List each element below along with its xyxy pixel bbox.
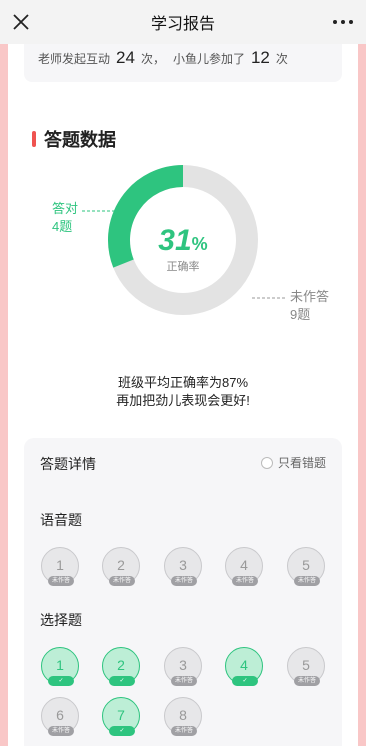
radio-icon[interactable] [260,456,273,469]
question-number: 3 [179,657,187,673]
unanswered-tag: 未作答 [294,676,320,686]
question-number: 2 [117,657,125,673]
undone-legend-count: 9题 [290,307,311,322]
filter-label: 只看错题 [277,456,326,470]
question-number: 5 [302,557,310,573]
question-bubble[interactable]: 7 ✓ [102,697,140,736]
unanswered-tag: 未作答 [48,576,74,586]
check-icon: ✓ [109,676,135,686]
question-number: 8 [179,707,187,723]
child-participation-count: 12 [250,48,270,67]
interaction-summary: 老师发起互动 24 次， 小鱼儿参加了 12 次 [24,44,342,82]
correct-legend-count: 4题 [52,219,73,234]
question-number: 4 [240,657,248,673]
accuracy-unit: % [191,234,208,254]
donut-center: 31% 正确率 [123,224,243,274]
question-number: 3 [179,557,187,573]
accuracy-percent: 31% [123,224,243,258]
question-bubble[interactable]: 8 未作答 [164,697,202,736]
class-average-note: 班级平均正确率为87% 再加把劲儿表现会更好! [8,374,358,410]
unanswered-tag: 未作答 [171,576,197,586]
unanswered-tag: 未作答 [48,726,74,736]
question-bubble[interactable]: 3 未作答 [164,547,202,586]
correct-legend: 答对 4题 [52,200,78,236]
question-number: 5 [302,657,310,673]
wrong-only-filter[interactable]: 只看错题 [260,454,326,471]
encouragement-line: 再加把劲儿表现会更好! [116,393,250,408]
page-title: 学习报告 [150,16,215,33]
question-group-title: 选择题 [40,612,82,628]
unanswered-tag: 未作答 [171,676,197,686]
interaction-middle: 小鱼儿参加了 [172,51,245,66]
check-icon: ✓ [48,676,74,686]
unanswered-tag: 未作答 [171,726,197,736]
accuracy-label: 正确率 [166,261,200,273]
question-number: 2 [117,557,125,573]
accuracy-value: 31 [158,224,192,257]
interaction-prefix: 老师发起互动 [38,51,111,66]
question-group-title: 语音题 [40,512,82,528]
question-bubble[interactable]: 2 ✓ [102,647,140,686]
detail-title: 答题详情 [40,456,96,472]
interaction-unit-1: 次， [140,51,165,66]
question-number: 6 [56,707,64,723]
question-bubble[interactable]: 2 未作答 [102,547,140,586]
undone-legend: 未作答 9题 [290,288,329,324]
question-bubble[interactable]: 5 未作答 [287,547,325,586]
section-accent-bar [32,131,36,147]
check-icon: ✓ [232,676,258,686]
question-number: 4 [240,557,248,573]
section-title: 答题数据 [44,130,116,150]
question-number: 1 [56,557,64,573]
question-bubble[interactable]: 4 未作答 [225,547,263,586]
report-sheet: 老师发起互动 24 次， 小鱼儿参加了 12 次 答题数据 答对 4题 未作答 … [8,44,358,746]
check-icon: ✓ [109,726,135,736]
teacher-interaction-count: 24 [116,48,135,67]
undone-legend-label: 未作答 [290,289,330,304]
title-bar: 学习报告 [0,0,366,44]
unanswered-tag: 未作答 [294,576,320,586]
question-bubble[interactable]: 3 未作答 [164,647,202,686]
unanswered-tag: 未作答 [109,576,135,586]
unanswered-tag: 未作答 [232,576,258,586]
class-average-line: 班级平均正确率为87% [117,375,249,390]
question-number: 7 [117,707,125,723]
question-bubble[interactable]: 6 未作答 [41,697,79,736]
accuracy-donut: 答对 4题 未作答 9题 31% 正确率 [8,164,358,364]
interaction-unit-2: 次 [275,51,288,66]
more-icon[interactable] [332,15,354,29]
question-bubble[interactable]: 4 ✓ [225,647,263,686]
question-bubble[interactable]: 1 ✓ [41,647,79,686]
correct-legend-label: 答对 [52,201,79,216]
answer-detail-card: 答题详情 只看错题 语音题 1 未作答 2 未作答 3 未作答 4 未作答 5 未作答 选择题 1 ✓ 2 ✓… [24,438,342,746]
question-bubble[interactable]: 1 未作答 [41,547,79,586]
question-bubble[interactable]: 5 未作答 [287,647,325,686]
question-number: 1 [56,657,64,673]
close-icon[interactable] [10,11,32,33]
answer-data-heading: 答题数据 [32,126,116,152]
